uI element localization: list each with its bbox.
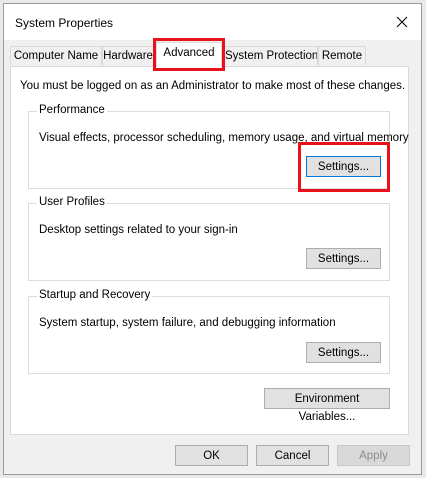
performance-description: Visual effects, processor scheduling, me… — [39, 132, 409, 144]
close-button[interactable] — [389, 11, 415, 33]
performance-group: Performance Visual effects, processor sc… — [28, 104, 409, 189]
window-title: System Properties — [15, 16, 114, 30]
user-profiles-group: User Profiles Desktop settings related t… — [28, 196, 390, 281]
user-profiles-settings-button[interactable]: Settings... — [306, 248, 381, 269]
apply-button[interactable]: Apply — [337, 445, 410, 466]
user-profiles-description: Desktop settings related to your sign-in — [39, 224, 238, 236]
close-icon — [396, 16, 408, 28]
tab-system-protection[interactable]: System Protection — [224, 46, 318, 65]
tab-hardware[interactable]: Hardware — [102, 46, 154, 65]
user-profiles-title: User Profiles — [37, 196, 107, 208]
cancel-button[interactable]: Cancel — [256, 445, 329, 466]
startup-recovery-description: System startup, system failure, and debu… — [39, 317, 336, 329]
tab-advanced[interactable]: Advanced — [156, 42, 222, 67]
admin-note: You must be logged on as an Administrato… — [20, 80, 406, 92]
ok-button[interactable]: OK — [175, 445, 248, 466]
environment-variables-button[interactable]: Environment Variables... — [264, 388, 390, 423]
startup-recovery-title: Startup and Recovery — [37, 289, 153, 301]
title-bar: System Properties — [4, 4, 421, 40]
performance-title: Performance — [37, 104, 107, 116]
performance-settings-button[interactable]: Settings... — [306, 156, 381, 177]
tab-computer-name[interactable]: Computer Name — [10, 46, 102, 65]
startup-recovery-settings-button[interactable]: Settings... — [306, 342, 381, 363]
tab-remote[interactable]: Remote — [318, 46, 366, 65]
